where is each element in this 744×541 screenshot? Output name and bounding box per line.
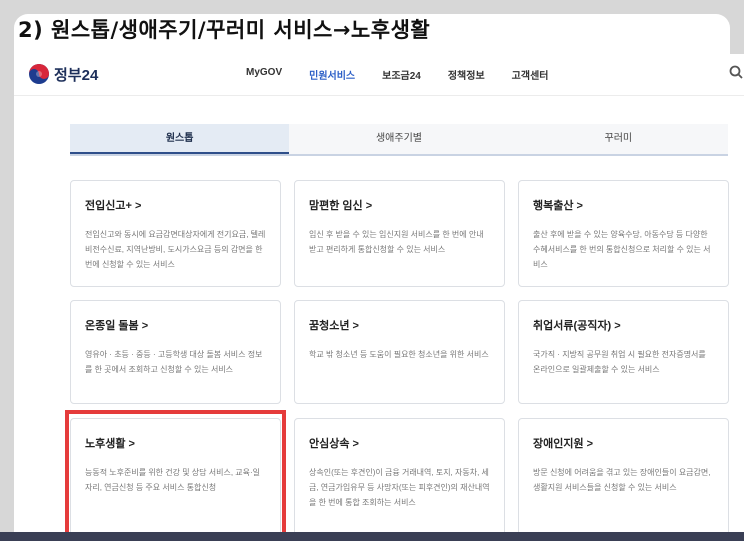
card-title: 장애인지원 >: [533, 438, 594, 450]
card-title: 온종일 돌봄 >: [85, 320, 149, 332]
card-title: 안심상속 >: [309, 438, 359, 450]
service-tabs: 원스톱 생애주기별 꾸러미: [70, 124, 728, 156]
website-screenshot: 정부24 MyGOV 민원서비스 보조금24 정책정보 고객센터 원스톱 생애주…: [14, 54, 744, 541]
menu-item-subsidy[interactable]: 보조금24: [382, 67, 421, 82]
card-title: 전입신고+ >: [85, 200, 142, 212]
logo-text: 정부24: [54, 66, 99, 84]
main-menu: MyGOV 민원서비스 보조금24 정책정보 고객센터: [246, 67, 575, 82]
card-description: 방문 신청에 어려움을 겪고 있는 장애인들이 요금감면, 생활지원 서비스들을…: [533, 468, 711, 492]
card-title: 취업서류(공직자) >: [533, 320, 621, 332]
menu-item-civil-service[interactable]: 민원서비스: [309, 67, 355, 82]
card-description: 학교 밖 청소년 등 도움이 필요한 청소년을 위한 서비스: [309, 350, 489, 359]
card-description: 상속인(또는 후견인)이 금융 거래내역, 토지, 자동차, 세금, 연금가입유…: [309, 468, 490, 507]
service-card-disability[interactable]: 장애인지원 > 방문 신청에 어려움을 겪고 있는 장애인들이 요금감면, 생활…: [518, 418, 729, 538]
card-description: 전입신고와 동시에 요금감면대상자에게 전기요금, 텔레비전수신료, 지역난방비…: [85, 230, 266, 269]
slide-title: 2) 원스톱/생애주기/꾸러미 서비스→노후생활: [18, 18, 431, 42]
menu-item-mygov[interactable]: MyGOV: [246, 67, 282, 82]
card-description: 임신 후 받을 수 있는 임신지원 서비스를 한 번에 안내받고 편리하게 통합…: [309, 230, 484, 254]
card-description: 출산 후에 받을 수 있는 양육수당, 아동수당 등 다양한 수혜서비스를 한 …: [533, 230, 711, 269]
tab-lifecycle[interactable]: 생애주기별: [289, 124, 509, 154]
search-icon[interactable]: [729, 65, 743, 79]
card-title: 맘편한 임신 >: [309, 200, 373, 212]
card-description: 국가직 · 지방직 공무원 취업 시 필요한 전자증명서를 온라인으로 일괄제출…: [533, 350, 706, 374]
bottom-bar: [0, 532, 744, 541]
service-card-pregnancy[interactable]: 맘편한 임신 > 임신 후 받을 수 있는 임신지원 서비스를 한 번에 안내받…: [294, 180, 505, 287]
taegeuk-logo-icon: [29, 64, 49, 84]
card-description: 영유아 · 초등 · 중등 · 고등학생 대상 돌봄 서비스 정보를 한 곳에서…: [85, 350, 263, 374]
tab-onestop[interactable]: 원스톱: [70, 124, 290, 154]
card-title: 노후생활 >: [85, 438, 135, 450]
menu-item-customer-center[interactable]: 고객센터: [512, 67, 549, 82]
service-card-childcare[interactable]: 온종일 돌봄 > 영유아 · 초등 · 중등 · 고등학생 대상 돌봄 서비스 …: [70, 300, 281, 404]
top-navigation: 정부24 MyGOV 민원서비스 보조금24 정책정보 고객센터: [14, 54, 744, 96]
service-card-youth[interactable]: 꿈청소년 > 학교 밖 청소년 등 도움이 필요한 청소년을 위한 서비스: [294, 300, 505, 404]
card-description: 능동적 노후준비를 위한 건강 및 상담 서비스, 교육·일자리, 연금신청 등…: [85, 468, 261, 492]
service-card-move-in[interactable]: 전입신고+ > 전입신고와 동시에 요금감면대상자에게 전기요금, 텔레비전수신…: [70, 180, 281, 287]
service-card-retirement[interactable]: 노후생활 > 능동적 노후준비를 위한 건강 및 상담 서비스, 교육·일자리,…: [70, 418, 281, 538]
card-title: 행복출산 >: [533, 200, 583, 212]
tab-package[interactable]: 꾸러미: [508, 124, 728, 154]
menu-item-policy[interactable]: 정책정보: [448, 67, 485, 82]
service-card-childbirth[interactable]: 행복출산 > 출산 후에 받을 수 있는 양육수당, 아동수당 등 다양한 수혜…: [518, 180, 729, 287]
site-logo[interactable]: 정부24: [28, 63, 98, 85]
service-card-inheritance[interactable]: 안심상속 > 상속인(또는 후견인)이 금융 거래내역, 토지, 자동차, 세금…: [294, 418, 505, 538]
service-card-employment-docs[interactable]: 취업서류(공직자) > 국가직 · 지방직 공무원 취업 시 필요한 전자증명서…: [518, 300, 729, 404]
card-title: 꿈청소년 >: [309, 320, 359, 332]
